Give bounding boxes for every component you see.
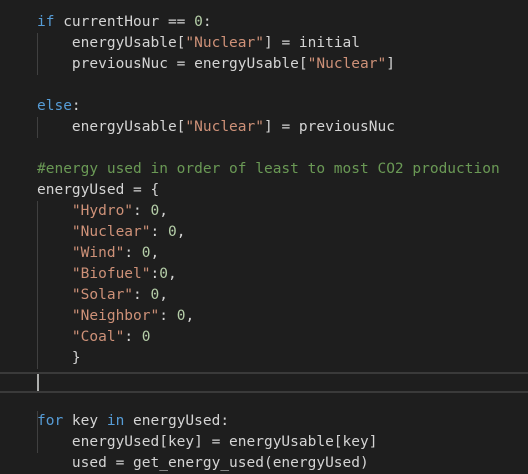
- keyword-token: in: [106, 413, 125, 429]
- code-line[interactable]: "Wind": 0,: [0, 243, 528, 264]
- code-line[interactable]: "Solar": 0,: [0, 285, 528, 306]
- code-token: energyUsed[key] = energyUsable[key]: [37, 434, 378, 450]
- number-token: 0: [150, 287, 160, 303]
- code-token: energyUsed:: [124, 413, 230, 429]
- code-token: ,: [159, 287, 168, 303]
- code-token: ,: [159, 203, 168, 219]
- code-line-content: "Nuclear": 0,: [37, 222, 186, 243]
- string-token: "Nuclear": [185, 35, 264, 51]
- code-token: used = get_energy_used(energyUsed): [37, 455, 369, 471]
- code-token: ] = previousNuc: [263, 119, 395, 135]
- code-line-content: "Solar": 0,: [37, 285, 168, 306]
- code-line-content: "Coal": 0: [37, 327, 151, 348]
- code-line-content: for key in energyUsed:: [37, 411, 229, 432]
- keyword-token: if: [37, 14, 55, 30]
- code-token: :: [150, 224, 168, 240]
- number-token: 0: [194, 14, 203, 30]
- code-token: ,: [167, 266, 177, 282]
- code-token: ,: [176, 224, 186, 240]
- code-token: energyUsed = {: [37, 182, 160, 198]
- code-line[interactable]: "Neighbor": 0,: [0, 306, 528, 327]
- code-line-content: energyUsed = {: [37, 180, 159, 201]
- code-token: energyUsable[: [37, 35, 186, 51]
- code-token: currentHour ==: [54, 14, 195, 30]
- code-line-content: used = get_energy_used(energyUsed): [37, 453, 369, 474]
- code-line[interactable]: "Coal": 0: [0, 327, 528, 348]
- code-token: ]: [386, 56, 395, 72]
- code-token: :: [133, 287, 151, 303]
- string-token: "Hydro": [71, 203, 134, 219]
- code-line-content: if currentHour == 0:: [37, 12, 212, 33]
- string-token: "Biofuel": [71, 266, 151, 282]
- string-token: "Wind": [71, 245, 125, 261]
- code-token: :: [150, 266, 160, 282]
- code-line[interactable]: #energy used in order of least to most C…: [0, 159, 528, 180]
- code-line-content: previousNuc = energyUsable["Nuclear"]: [37, 54, 395, 75]
- string-token: "Nuclear": [185, 119, 264, 135]
- code-line[interactable]: energyUsed[key] = energyUsable[key]: [0, 432, 528, 453]
- code-line-content: "Hydro": 0,: [37, 201, 168, 222]
- code-line-content: else:: [37, 96, 81, 117]
- code-line-content: }: [37, 348, 81, 369]
- code-token: }: [37, 350, 81, 366]
- code-line[interactable]: "Biofuel":0,: [0, 264, 528, 285]
- code-line-content: "Neighbor": 0,: [37, 306, 194, 327]
- code-line[interactable]: used = get_energy_used(energyUsed): [0, 453, 528, 474]
- code-editor[interactable]: if currentHour == 0: energyUsable["Nucle…: [0, 0, 528, 471]
- string-token: "Nuclear": [71, 224, 151, 240]
- code-token: :: [133, 203, 151, 219]
- code-line[interactable]: [0, 138, 528, 159]
- code-line[interactable]: "Hydro": 0,: [0, 201, 528, 222]
- code-token: :: [202, 14, 212, 30]
- code-token: :: [159, 308, 177, 324]
- code-line[interactable]: energyUsed = {: [0, 180, 528, 201]
- code-token: energyUsable[: [37, 119, 186, 135]
- code-token: ] = initial: [263, 35, 361, 51]
- number-token: 0: [159, 266, 168, 282]
- code-line[interactable]: previousNuc = energyUsable["Nuclear"]: [0, 54, 528, 75]
- code-line[interactable]: for key in energyUsed:: [0, 411, 528, 432]
- code-line-content: "Biofuel":0,: [37, 264, 177, 285]
- comment-token: #energy used in order of least to most C…: [37, 161, 500, 177]
- code-line[interactable]: }: [0, 348, 528, 369]
- number-token: 0: [141, 245, 151, 261]
- keyword-token: for: [37, 413, 64, 429]
- code-line[interactable]: else:: [0, 96, 528, 117]
- number-token: 0: [167, 224, 177, 240]
- code-line-content: energyUsed[key] = energyUsable[key]: [37, 432, 378, 453]
- string-token: "Solar": [71, 287, 134, 303]
- keyword-token: else: [37, 98, 72, 114]
- code-line-content: "Wind": 0,: [37, 243, 159, 264]
- code-token: key: [63, 413, 107, 429]
- code-token: :: [124, 245, 142, 261]
- code-line-content: energyUsable["Nuclear"] = previousNuc: [37, 117, 395, 138]
- code-line[interactable]: "Nuclear": 0,: [0, 222, 528, 243]
- code-line[interactable]: energyUsable["Nuclear"] = initial: [0, 33, 528, 54]
- code-line[interactable]: [0, 369, 528, 390]
- code-token: :: [124, 329, 142, 345]
- string-token: "Nuclear": [307, 56, 387, 72]
- code-token: ,: [185, 308, 195, 324]
- code-token: :: [71, 98, 81, 114]
- code-line[interactable]: if currentHour == 0:: [0, 12, 528, 33]
- code-token: previousNuc = energyUsable[: [37, 56, 308, 72]
- string-token: "Neighbor": [71, 308, 160, 324]
- number-token: 0: [141, 329, 151, 345]
- code-line[interactable]: [0, 390, 528, 411]
- code-line[interactable]: [0, 75, 528, 96]
- string-token: "Coal": [71, 329, 125, 345]
- code-line[interactable]: energyUsable["Nuclear"] = previousNuc: [0, 117, 528, 138]
- code-line-content: energyUsable["Nuclear"] = initial: [37, 33, 360, 54]
- code-token: ,: [150, 245, 160, 261]
- code-line-content: #energy used in order of least to most C…: [37, 159, 500, 180]
- number-token: 0: [150, 203, 160, 219]
